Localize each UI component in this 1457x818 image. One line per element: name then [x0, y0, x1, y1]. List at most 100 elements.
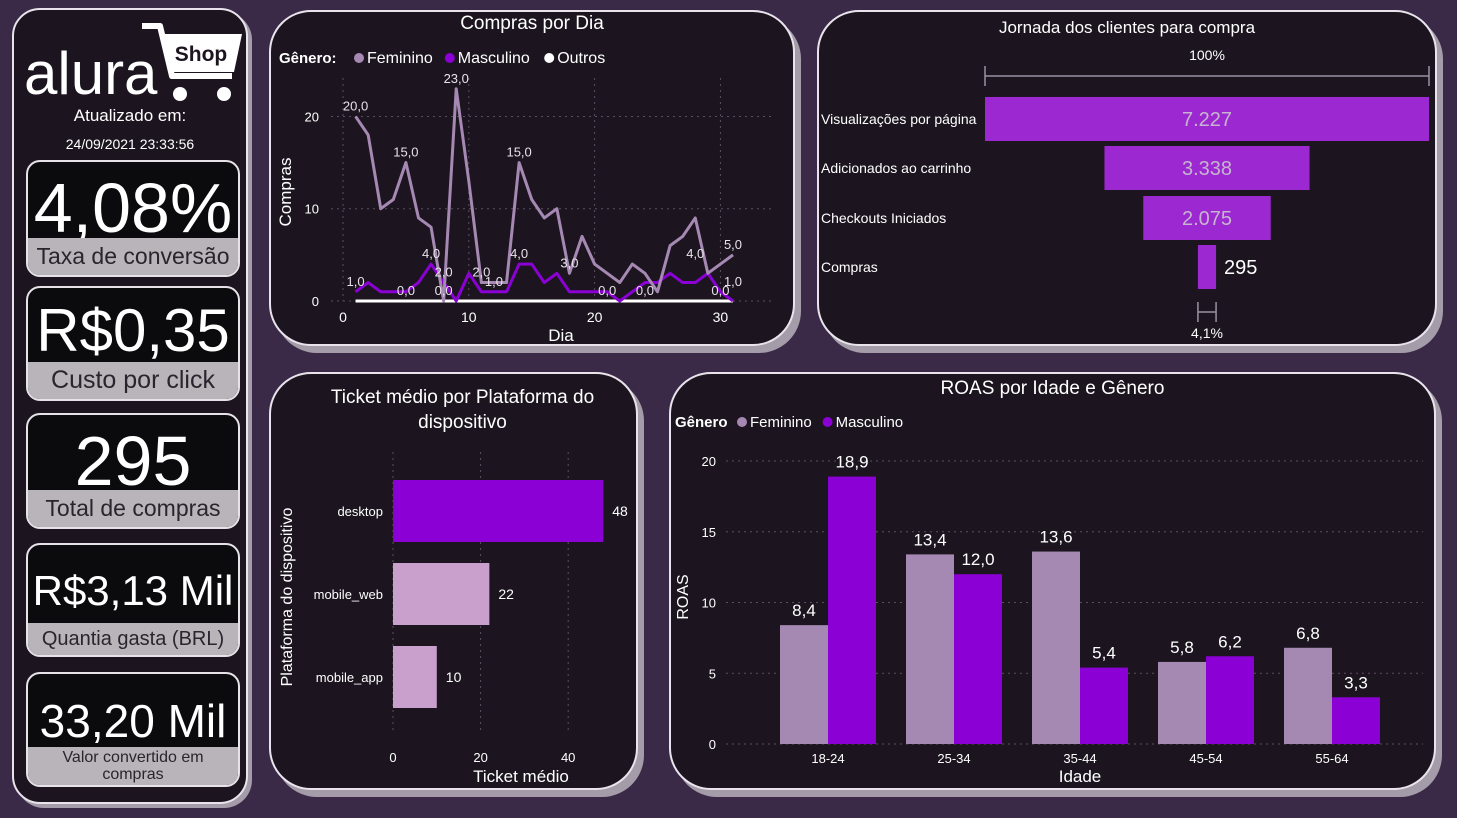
bar	[393, 646, 437, 708]
category-label: desktop	[337, 504, 383, 519]
kpi-sidebar: alura Shop Atualizado em: 24/09/2021 23:…	[12, 8, 248, 804]
data-label: 5,0	[724, 237, 742, 252]
legend-item: Masculino	[836, 414, 904, 431]
x-tick-label: 10	[461, 309, 477, 325]
data-label: 0,0	[598, 283, 616, 298]
roas-chart: Gênero Feminino Masculino 0 5 10 15 20 8,4 18,9 18…	[675, 414, 1423, 786]
kpi-conversion-rate: 4,08% Taxa de conversão	[26, 160, 240, 277]
data-label: 4,0	[686, 246, 704, 261]
data-label: 10	[446, 669, 462, 685]
data-label: 5,4	[1092, 644, 1116, 663]
logo-badge: Shop	[175, 43, 228, 66]
data-label: 0,0	[397, 283, 415, 298]
data-label: 22	[498, 586, 514, 602]
data-label: 4,0	[422, 246, 440, 261]
funnel-bottom-percent: 4,1%	[1191, 325, 1223, 341]
x-tick-label: 45-54	[1189, 751, 1222, 766]
ticket-medio-panel: Ticket médio por Plataforma do dispositi…	[269, 372, 638, 790]
x-tick-label: 0	[389, 750, 396, 765]
data-label: 2,0	[435, 265, 453, 280]
updated-label: Atualizado em:	[73, 106, 187, 125]
legend-title: Gênero	[675, 414, 728, 431]
data-label: 48	[612, 503, 628, 519]
bar	[393, 563, 490, 625]
data-label: 13,4	[913, 530, 946, 549]
data-label: 6,2	[1218, 632, 1242, 651]
category-label: mobile_web	[314, 587, 383, 602]
x-tick-label: 55-64	[1315, 751, 1348, 766]
kpi-label: Custo por click	[28, 362, 238, 399]
kpi-value: 295	[74, 422, 192, 500]
legend-item: Feminino	[750, 414, 812, 431]
data-label: 18,9	[835, 453, 868, 472]
legend-item: Feminino	[367, 50, 433, 67]
data-label: 13,6	[1039, 528, 1072, 547]
kpi-cost-per-click: R$0,35 Custo por click	[26, 286, 240, 401]
kpi-value: R$0,35	[36, 297, 230, 364]
y-tick-label: 10	[702, 596, 716, 611]
x-tick-label: 20	[587, 309, 603, 325]
legend-marker	[444, 53, 455, 63]
logo-text: alura	[24, 40, 158, 107]
legend-marker	[354, 53, 364, 63]
y-tick-label: 0	[709, 737, 716, 752]
kpi-value: 33,20 Mil	[39, 695, 227, 747]
funnel-bar	[1197, 245, 1217, 289]
bar	[1032, 551, 1080, 744]
kpi-label: Quantia gasta (BRL)	[28, 623, 238, 655]
kpi-label: Total de compras	[28, 490, 238, 527]
funnel-top-percent: 100%	[1189, 47, 1225, 63]
legend-marker	[737, 417, 747, 427]
bar	[1284, 647, 1332, 744]
alura-shop-logo: alura Shop	[24, 23, 242, 107]
x-axis-label: Idade	[1059, 767, 1102, 786]
x-tick-label: 18-24	[811, 751, 844, 766]
bar	[954, 574, 1002, 744]
legend-marker	[544, 53, 555, 63]
y-tick-label: 10	[305, 202, 319, 217]
jornada-funnel-chart: 100% Visualizações por página 7.227 Adicion…	[821, 47, 1430, 341]
data-label: 0,0	[711, 283, 729, 298]
jornada-panel: Jornada dos clientes para compra 100% Vis…	[817, 10, 1437, 346]
legend-item: Masculino	[458, 50, 530, 67]
x-axis-label: Dia	[548, 326, 574, 344]
data-label: 3,0	[560, 255, 578, 270]
data-label: 1,0	[347, 274, 365, 289]
funnel-category-label: Compras	[821, 259, 878, 275]
y-axis-label: ROAS	[675, 574, 692, 619]
x-tick-label: 20	[473, 750, 487, 765]
y-tick-label: 5	[709, 666, 716, 681]
bar	[1158, 661, 1206, 744]
bar	[828, 476, 876, 744]
data-label: 1,0	[485, 274, 503, 289]
bar	[393, 480, 604, 542]
y-tick-label: 20	[702, 454, 716, 469]
y-axis-label: Compras	[276, 158, 295, 227]
compras-por-dia-panel: Compras por Dia Gênero: Feminino Masculino…	[269, 10, 795, 346]
y-tick-label: 20	[305, 109, 319, 124]
y-tick-label: 0	[312, 294, 319, 309]
compras-por-dia-chart: Gênero: Feminino Masculino Outros 0 10 20 0 10 20…	[276, 50, 771, 344]
bar	[1206, 656, 1254, 744]
data-label: 15,0	[506, 145, 531, 160]
x-tick-label: 30	[713, 309, 729, 325]
kpi-value: R$3,13 Mil	[32, 567, 234, 614]
data-label: 6,8	[1296, 624, 1320, 643]
data-label: 5,8	[1170, 638, 1194, 657]
line-series-feminino	[354, 87, 734, 303]
ticket-medio-chart: 0 20 40 desktop 48 mobile_web 22 mobile_app 10 Ti…	[279, 452, 628, 786]
data-label: 15,0	[393, 145, 418, 160]
legend-item: Outros	[557, 50, 605, 67]
x-tick-label: 35-44	[1063, 751, 1096, 766]
bar	[906, 554, 954, 744]
updated-datetime: 24/09/2021 23:33:56	[65, 136, 195, 152]
data-label: 4,0	[510, 246, 528, 261]
x-tick-label: 25-34	[937, 751, 970, 766]
data-label: 0,0	[636, 283, 654, 298]
funnel-category-label: Visualizações por página	[821, 111, 977, 127]
bar	[1080, 667, 1128, 744]
y-tick-label: 15	[702, 525, 716, 540]
kpi-label: Valor convertido em compras	[28, 747, 238, 785]
funnel-value-label: 2.075	[1182, 208, 1232, 230]
x-axis-label: Ticket médio	[473, 767, 569, 786]
